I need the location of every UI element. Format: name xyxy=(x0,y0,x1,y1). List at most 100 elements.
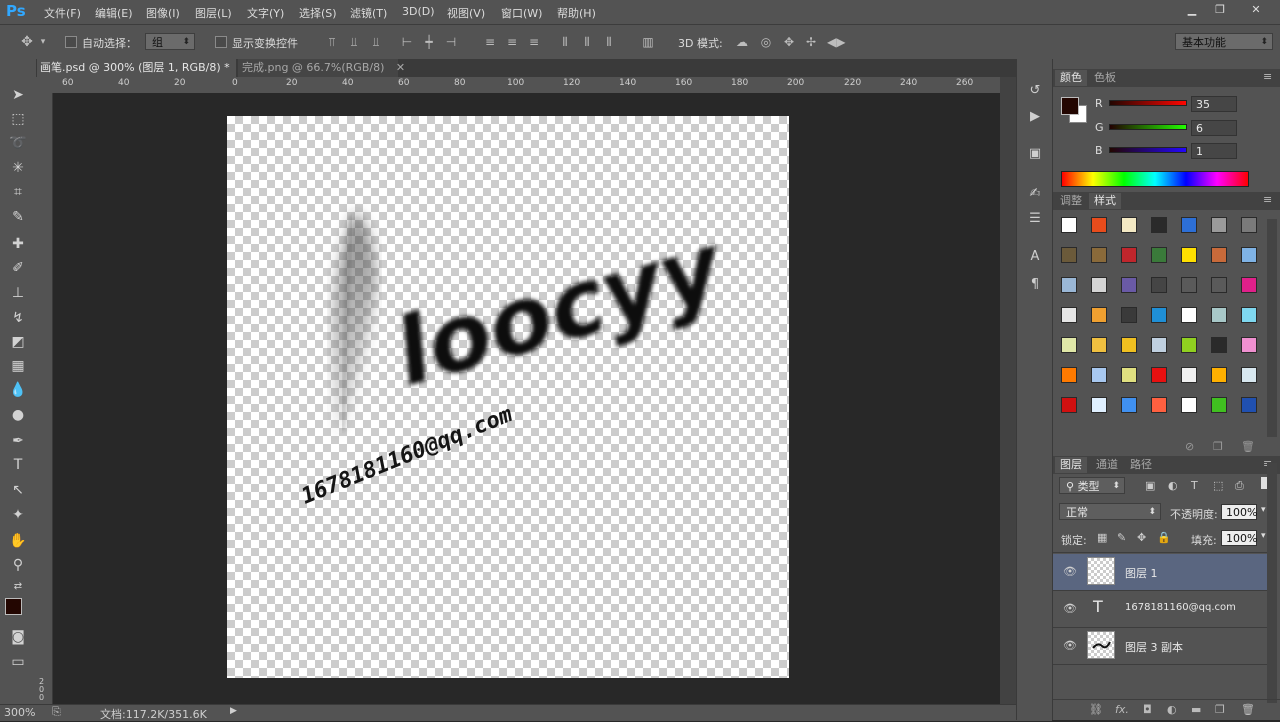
gradient-icon[interactable]: ▦ xyxy=(8,356,28,376)
style-swatch[interactable] xyxy=(1211,247,1227,263)
panel-menu-icon[interactable]: ≡ xyxy=(1263,193,1272,206)
lock-position-icon[interactable]: ✥ xyxy=(1137,531,1146,544)
chevron-down-icon[interactable]: ▾ xyxy=(1261,531,1266,541)
eye-icon[interactable]: 👁 xyxy=(1063,639,1077,652)
fill-input[interactable]: 100% xyxy=(1221,530,1257,546)
style-swatch[interactable] xyxy=(1151,217,1167,233)
healing-brush-icon[interactable]: ✚ xyxy=(8,234,28,254)
restore-button[interactable]: ❐ xyxy=(1210,2,1230,18)
history-brush-icon[interactable]: ↯ xyxy=(8,308,28,328)
style-swatch[interactable] xyxy=(1151,277,1167,293)
menu-type[interactable]: 文字(Y) xyxy=(247,5,284,21)
b-value-input[interactable]: 1 xyxy=(1191,143,1237,159)
style-swatch[interactable] xyxy=(1151,367,1167,383)
layer-row-text[interactable]: 👁 T 1678181160@qq.com xyxy=(1053,591,1267,628)
eyedropper-icon[interactable]: ✎ xyxy=(8,207,28,227)
style-swatch[interactable] xyxy=(1241,277,1257,293)
paragraph-icon[interactable]: ¶ xyxy=(1025,275,1045,295)
menu-select[interactable]: 选择(S) xyxy=(299,5,337,21)
style-swatch[interactable] xyxy=(1241,217,1257,233)
link-layers-icon[interactable]: ⛓ xyxy=(1089,703,1103,716)
style-swatch[interactable] xyxy=(1061,217,1077,233)
show-transform-checkbox[interactable] xyxy=(215,36,227,48)
actions-play-icon[interactable]: ▶ xyxy=(1025,107,1045,127)
menu-layer[interactable]: 图层(L) xyxy=(195,5,232,21)
menu-filter[interactable]: 滤镜(T) xyxy=(350,5,387,21)
properties-icon[interactable]: ▣ xyxy=(1025,144,1045,164)
chevron-down-icon[interactable]: ▾ xyxy=(36,35,50,49)
style-swatch[interactable] xyxy=(1211,277,1227,293)
blend-mode-dropdown[interactable]: 正常 ⬍ xyxy=(1059,503,1161,520)
distribute-hcenter-icon[interactable]: ⦀ xyxy=(580,35,594,49)
style-swatch[interactable] xyxy=(1091,397,1107,413)
auto-align-icon[interactable]: ▥ xyxy=(641,35,655,49)
chevron-down-icon[interactable]: ▾ xyxy=(1261,505,1266,515)
style-swatch[interactable] xyxy=(1211,367,1227,383)
layer-row-layer-3-copy[interactable]: 👁 图层 3 副本 xyxy=(1053,628,1267,665)
foreground-color-swatch[interactable] xyxy=(5,598,22,615)
style-swatch[interactable] xyxy=(1091,277,1107,293)
menu-edit[interactable]: 编辑(E) xyxy=(95,5,133,21)
b-slider[interactable] xyxy=(1109,147,1187,153)
menu-window[interactable]: 窗口(W) xyxy=(501,5,542,21)
style-swatch[interactable] xyxy=(1121,367,1137,383)
tab-color[interactable]: 颜色 xyxy=(1055,70,1087,86)
menu-image[interactable]: 图像(I) xyxy=(146,5,180,21)
g-value-input[interactable]: 6 xyxy=(1191,120,1237,136)
adjustment-layer-icon[interactable]: ◐ xyxy=(1167,703,1177,716)
vertical-scrollbar[interactable] xyxy=(1000,77,1016,704)
shape-tool-icon[interactable]: ✦ xyxy=(8,505,28,525)
lasso-tool-icon[interactable]: ➰ xyxy=(8,133,28,153)
style-swatch[interactable] xyxy=(1241,337,1257,353)
clear-style-icon[interactable]: ⊘ xyxy=(1185,440,1194,453)
brush-tool-icon[interactable]: ✐ xyxy=(8,258,28,278)
style-swatch[interactable] xyxy=(1181,277,1197,293)
style-swatch[interactable] xyxy=(1121,247,1137,263)
3d-slide-icon[interactable]: ✢ xyxy=(804,35,818,49)
document-canvas[interactable]: loocyy 1678181160@qq.com xyxy=(227,116,789,678)
style-swatch[interactable] xyxy=(1181,337,1197,353)
delete-style-icon[interactable]: 🗑 xyxy=(1241,440,1255,453)
eye-icon[interactable]: 👁 xyxy=(1063,602,1077,615)
style-swatch[interactable] xyxy=(1121,277,1137,293)
align-bottom-icon[interactable]: ⫫ xyxy=(369,35,383,49)
align-top-icon[interactable]: ⫪ xyxy=(325,35,339,49)
minimize-button[interactable]: ▁ xyxy=(1182,2,1202,18)
layers-scrollbar[interactable] xyxy=(1267,463,1277,703)
style-swatch[interactable] xyxy=(1241,367,1257,383)
menu-file[interactable]: 文件(F) xyxy=(44,5,81,21)
lock-all-icon[interactable]: 🔒 xyxy=(1157,531,1171,544)
style-swatch[interactable] xyxy=(1061,337,1077,353)
style-swatch[interactable] xyxy=(1181,367,1197,383)
align-hcenter-icon[interactable]: ┿ xyxy=(422,35,436,49)
style-swatch[interactable] xyxy=(1061,307,1077,323)
style-swatch[interactable] xyxy=(1241,397,1257,413)
style-swatch[interactable] xyxy=(1121,337,1137,353)
opacity-input[interactable]: 100% xyxy=(1221,504,1257,520)
eye-icon[interactable]: 👁 xyxy=(1063,565,1077,578)
hand-tool-icon[interactable]: ✋ xyxy=(8,531,28,551)
style-swatch[interactable] xyxy=(1151,307,1167,323)
g-slider[interactable] xyxy=(1109,124,1187,130)
style-swatch[interactable] xyxy=(1061,397,1077,413)
distribute-top-icon[interactable]: ≡ xyxy=(483,35,497,49)
style-swatch[interactable] xyxy=(1091,337,1107,353)
lock-transparency-icon[interactable]: ▦ xyxy=(1097,531,1107,544)
new-layer-icon[interactable]: ❐ xyxy=(1215,703,1225,716)
crop-tool-icon[interactable]: ⌗ xyxy=(8,182,28,202)
style-swatch[interactable] xyxy=(1151,247,1167,263)
layer-name[interactable]: 1678181160@qq.com xyxy=(1125,602,1236,613)
magic-wand-icon[interactable]: ✳ xyxy=(8,158,28,178)
3d-orbit-icon[interactable]: ☁ xyxy=(735,35,749,49)
distribute-bottom-icon[interactable]: ≡ xyxy=(527,35,541,49)
menu-help[interactable]: 帮助(H) xyxy=(557,5,596,21)
filter-smart-icon[interactable]: ⎙ xyxy=(1235,479,1244,493)
style-swatch[interactable] xyxy=(1211,337,1227,353)
type-tool-icon[interactable]: T xyxy=(8,455,28,475)
style-swatch[interactable] xyxy=(1091,217,1107,233)
r-value-input[interactable]: 35 xyxy=(1191,96,1237,112)
style-swatch[interactable] xyxy=(1211,397,1227,413)
filter-shape-icon[interactable]: ⬚ xyxy=(1213,479,1223,492)
align-vcenter-icon[interactable]: ⫫ xyxy=(347,35,361,49)
screen-mode-icon[interactable]: ▭ xyxy=(8,652,28,672)
